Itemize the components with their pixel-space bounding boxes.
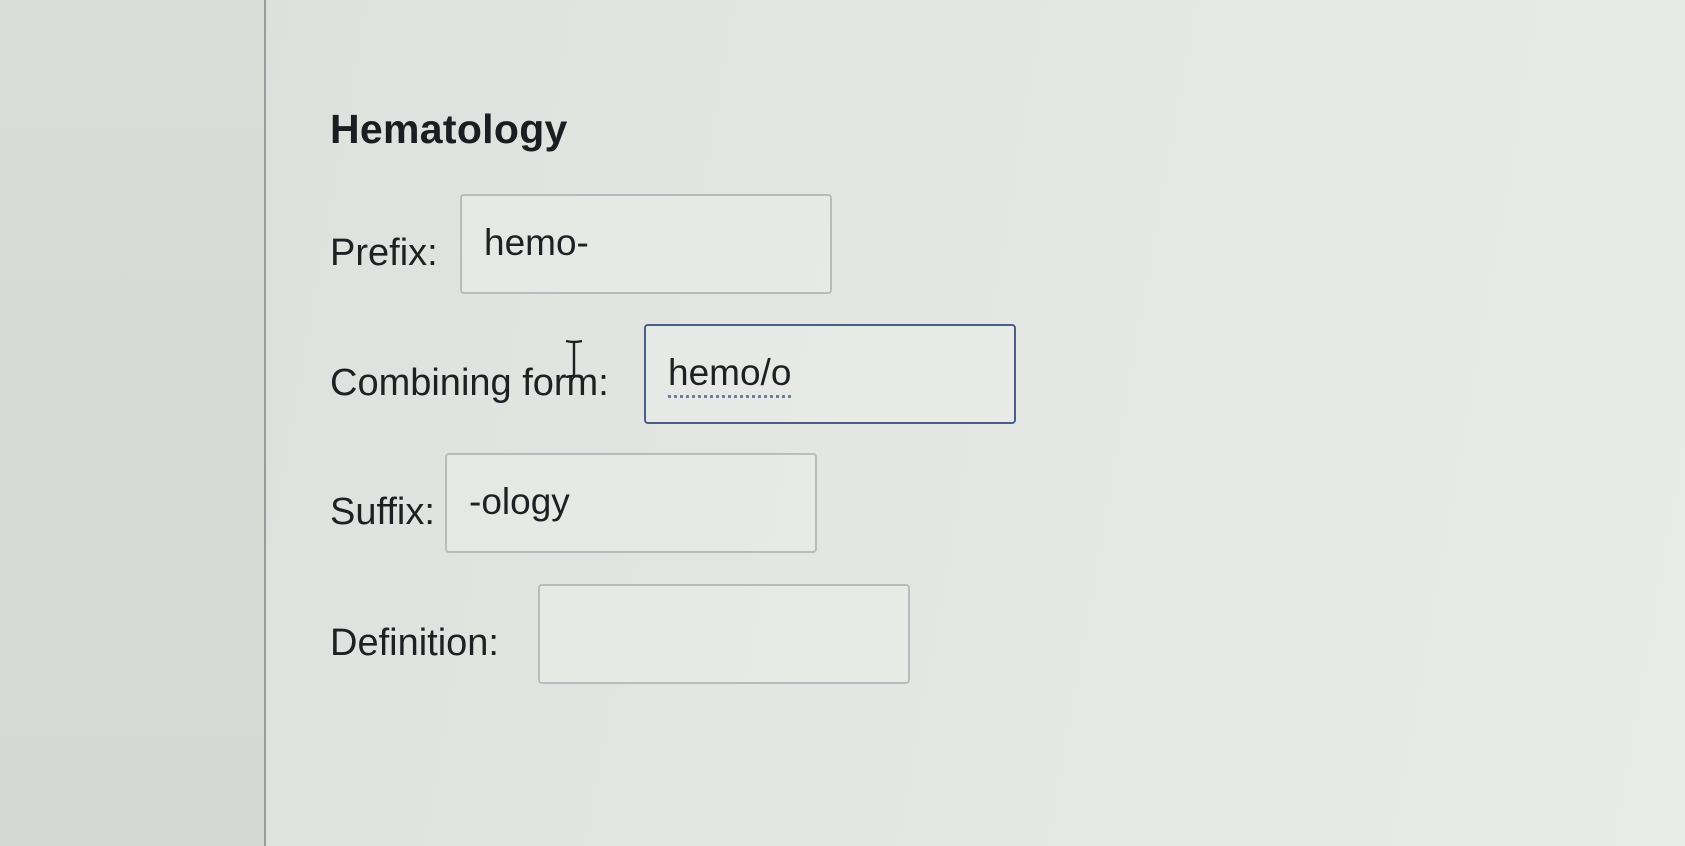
i-beam-cursor-icon <box>565 339 583 379</box>
suffix-input-value: -ology <box>469 481 570 522</box>
suffix-input[interactable]: -ology <box>445 453 817 553</box>
combining-form-input-value: hemo/o <box>668 352 792 398</box>
definition-input[interactable] <box>538 584 910 684</box>
prefix-label: Prefix: <box>330 232 438 274</box>
suffix-label: Suffix: <box>330 491 435 533</box>
prefix-input[interactable]: hemo- <box>460 194 832 294</box>
question-content: Hematology Prefix: hemo- Combining form:… <box>268 0 1685 846</box>
combining-form-input[interactable]: hemo/o <box>644 324 1016 424</box>
left-panel <box>0 0 266 846</box>
page-title: Hematology <box>330 106 568 152</box>
definition-label: Definition: <box>330 622 499 664</box>
prefix-input-value: hemo- <box>484 222 589 263</box>
